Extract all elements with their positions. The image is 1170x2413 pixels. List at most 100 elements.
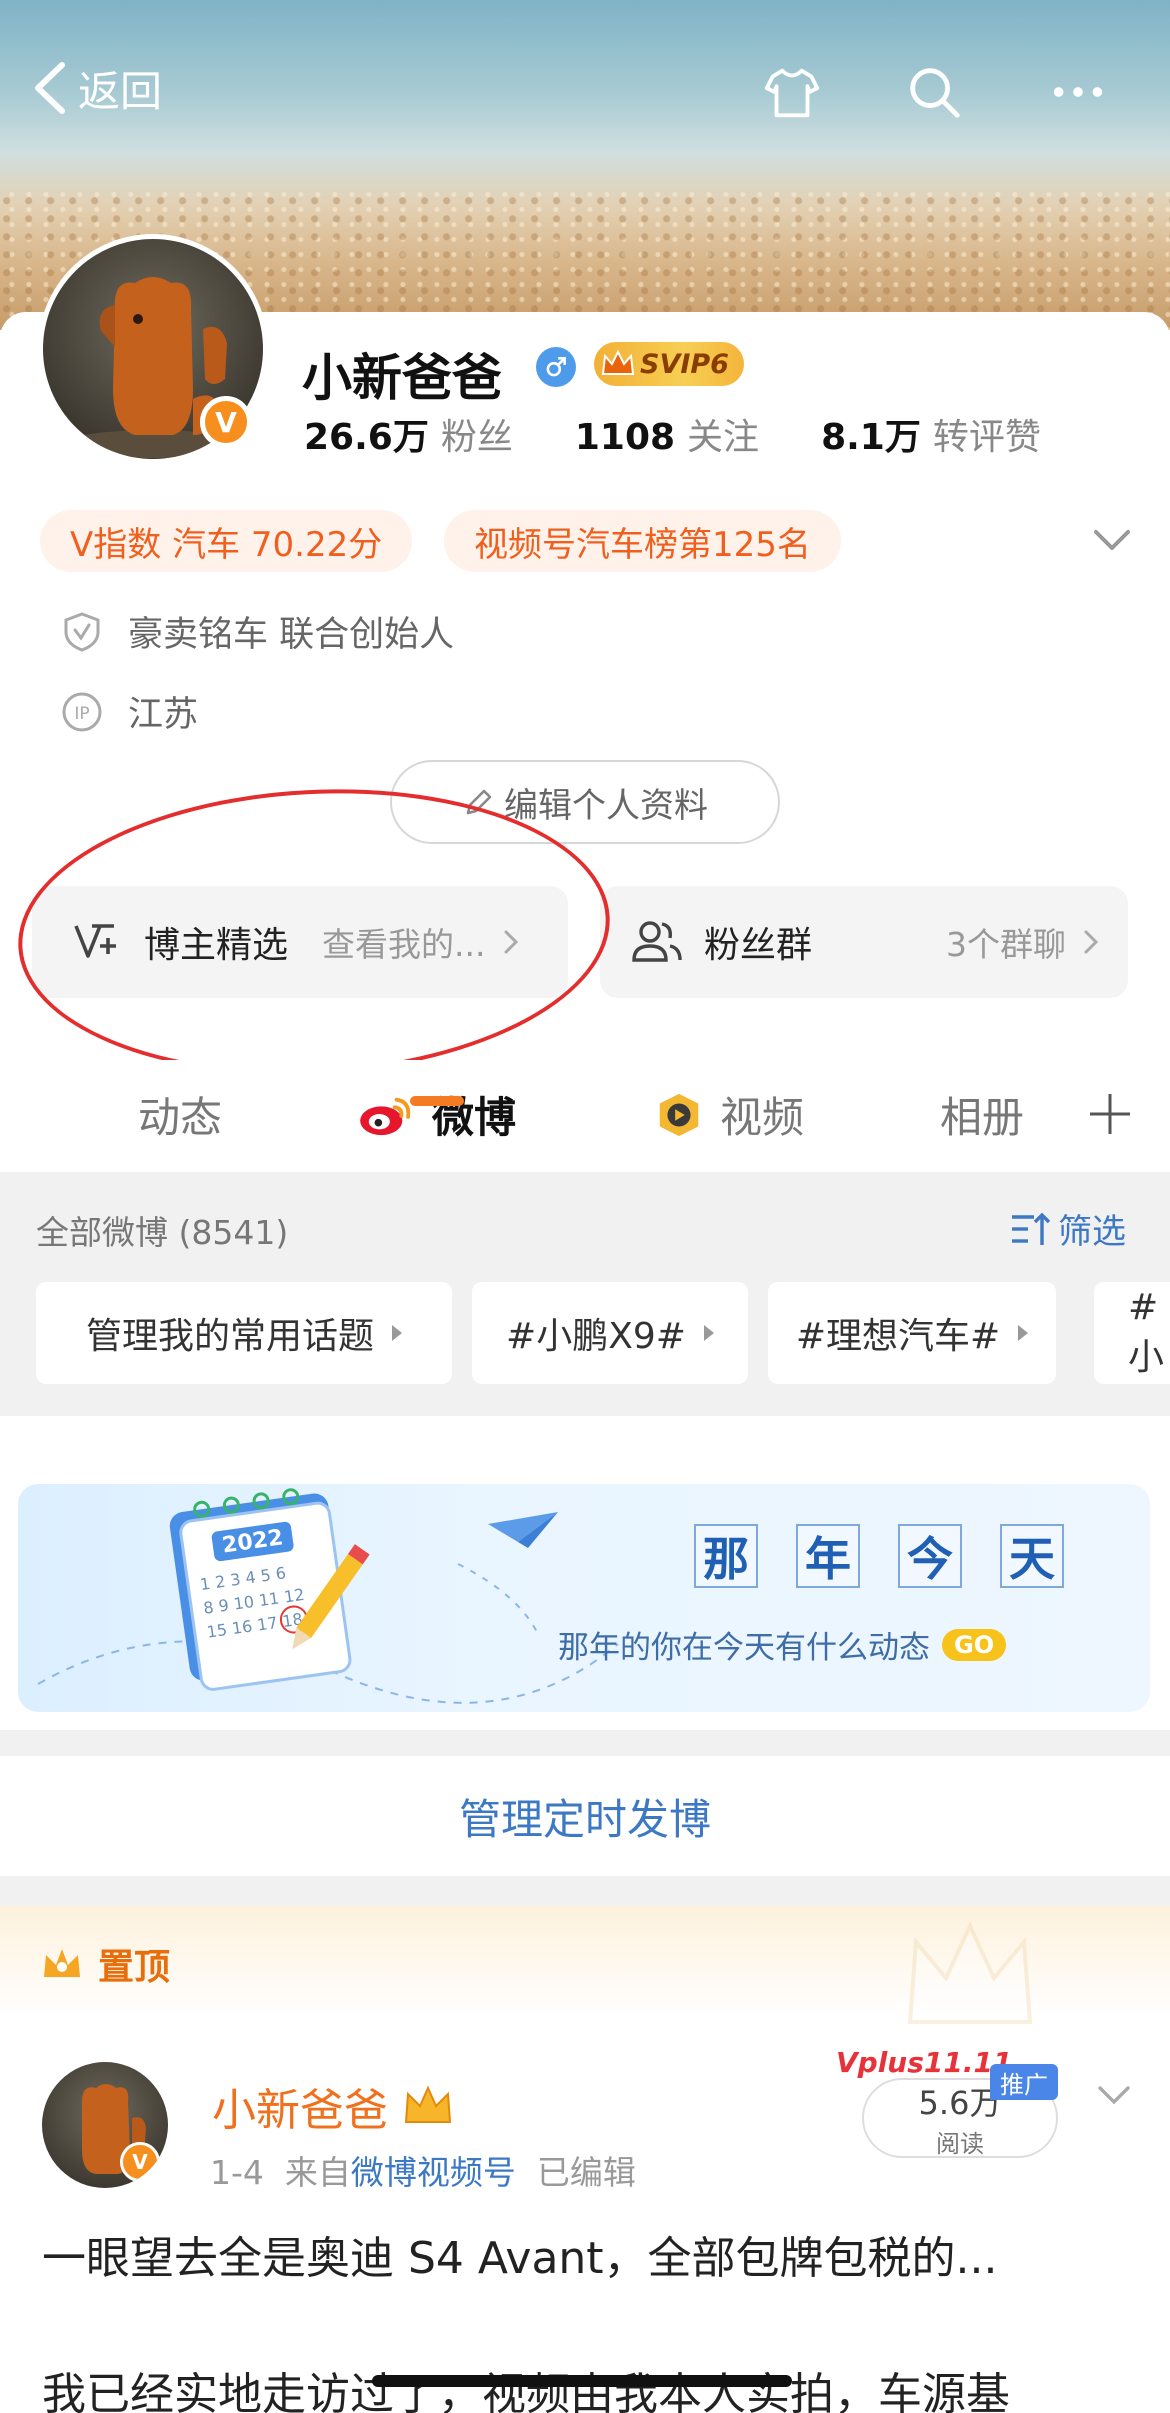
avatar[interactable]: V <box>38 234 268 464</box>
weibo-logo-icon <box>360 1097 411 1135</box>
followers-stat[interactable]: 26.6万 粉丝 <box>304 408 513 460</box>
more-icon[interactable] <box>1046 60 1110 124</box>
home-indicator[interactable] <box>372 2375 792 2387</box>
ip-location-icon: IP <box>62 692 102 731</box>
go-badge: GO <box>942 1628 1007 1661</box>
read-count-label: 阅读 <box>936 2129 984 2158</box>
svg-text:IP: IP <box>74 704 89 724</box>
dress-up-icon[interactable] <box>760 60 824 124</box>
vplus-promo: Vplus11.11 <box>836 2046 1013 2079</box>
blogger-pick-label: 博主精选 <box>144 925 289 966</box>
title-char: 那 <box>694 1524 758 1588</box>
title-char: 今 <box>898 1524 962 1588</box>
filter-label: 筛选 <box>1058 1212 1126 1252</box>
following-count: 1108 <box>574 417 676 458</box>
manage-scheduled-posts-button[interactable]: 管理定时发博 <box>0 1756 1170 1876</box>
crown-watermark-icon <box>907 1921 1033 2024</box>
post-edited: 已编辑 <box>536 2153 636 2192</box>
post-from: 来自 <box>284 2153 351 2192</box>
title-char: 年 <box>796 1524 860 1588</box>
verified-badge-icon: V <box>120 2142 160 2182</box>
caret-right-icon <box>392 1325 402 1341</box>
crown-icon <box>601 349 635 375</box>
separator <box>0 1876 1170 1906</box>
tab-dynamics[interactable]: 动态 <box>138 1084 222 1145</box>
following-stat[interactable]: 1108 关注 <box>575 408 759 460</box>
active-tab-indicator <box>410 1096 464 1106</box>
memories-banner[interactable]: 2022 1 2 3 4 5 6 8 9 10 11 12 15 16 17 1… <box>18 1484 1150 1712</box>
add-tab-icon[interactable] <box>1086 1090 1134 1138</box>
fans-group-card[interactable]: 粉丝群 3个群聊 <box>600 886 1128 998</box>
profile-stats: 26.6万 粉丝 1108 关注 8.1万 转评赞 <box>304 408 1103 460</box>
caret-right-icon <box>1018 1325 1029 1341</box>
video-rank-tag[interactable]: 视频号汽车榜第125名 <box>444 510 841 572</box>
tab-album[interactable]: 相册 <box>940 1084 1024 1145</box>
blogger-pick-sub: 查看我的... <box>322 925 486 964</box>
topic-chip-lixiang[interactable]: #理想汽车# <box>768 1282 1056 1384</box>
post-author-name: 小新爸爸 <box>212 2085 388 2136</box>
shield-icon <box>64 611 100 652</box>
svip-label: SVIP6 <box>640 348 729 380</box>
location-text: 江苏 <box>128 695 199 735</box>
location-row: IP 江苏 <box>60 686 198 737</box>
tab-video[interactable]: 视频 <box>654 1084 804 1145</box>
memories-subtitle: 那年的你在今天有什么动态 <box>558 1630 930 1666</box>
followers-label: 粉丝 <box>440 417 513 458</box>
verified-badge-icon: V <box>200 396 252 448</box>
blogger-pick-icon <box>74 924 116 958</box>
post-source-link[interactable]: 微博视频号 <box>351 2153 516 2192</box>
promote-badge[interactable]: 推广 <box>990 2064 1058 2100</box>
calendar-illustration: 2022 1 2 3 4 5 6 8 9 10 11 12 15 16 17 1… <box>37 1488 619 1704</box>
tab-weibo[interactable]: 微博 <box>358 1084 516 1145</box>
interactions-label: 转评赞 <box>932 417 1041 458</box>
post-avatar[interactable]: V <box>42 2062 168 2188</box>
back-label: 返回 <box>78 66 163 116</box>
crown-icon <box>44 1949 80 1977</box>
topic-chip-manage[interactable]: 管理我的常用话题 <box>36 1282 452 1384</box>
edit-profile-button[interactable]: 编辑个人资料 <box>390 760 780 844</box>
back-button[interactable]: 返回 <box>30 58 162 118</box>
tab-weibo-label: 微博 <box>432 1093 517 1142</box>
profile-tabs: 动态 微博 视频 相册 <box>0 1060 1170 1172</box>
fans-group-label: 粉丝群 <box>704 925 813 966</box>
topic-chip-partial[interactable]: #小 <box>1094 1282 1170 1384</box>
job-title-text: 豪卖铭车 联合创始人 <box>128 615 455 655</box>
post-body-line[interactable]: 一眼望去全是奥迪 S4 Avant，全部包牌包税的... <box>42 2222 998 2286</box>
blogger-pick-card[interactable]: 博主精选 查看我的... <box>32 886 568 998</box>
memories-title: 那 年 今 天 <box>694 1524 1064 1588</box>
topic-chip-xpeng[interactable]: #小鹏X9# <box>472 1282 748 1384</box>
chevron-left-icon <box>35 62 65 114</box>
chevron-down-icon[interactable] <box>1090 522 1134 558</box>
crown-badge-icon <box>404 2085 452 2123</box>
filter-button[interactable]: 筛选 <box>1008 1204 1126 1253</box>
pinned-label: 置顶 <box>40 1938 170 1990</box>
filter-icon <box>1012 1212 1051 1245</box>
edit-profile-label: 编辑个人资料 <box>504 785 708 826</box>
tab-video-label: 视频 <box>720 1093 805 1142</box>
all-posts-count: 全部微博 (8541) <box>36 1213 289 1252</box>
svip-badge[interactable]: SVIP6 <box>594 342 744 386</box>
tab-dynamics-label: 动态 <box>138 1093 223 1142</box>
job-title-row: 豪卖铭车 联合创始人 <box>60 606 454 657</box>
topic-chip-label: #理想汽车# <box>795 1316 1001 1357</box>
separator <box>0 1730 1170 1756</box>
fans-group-sub: 3个群聊 <box>946 925 1066 964</box>
pinned-text: 置顶 <box>98 1947 171 1988</box>
post-date: 1-4 <box>210 2153 264 2192</box>
interactions-stat[interactable]: 8.1万 转评赞 <box>821 408 1041 460</box>
pencil-icon <box>466 789 492 815</box>
caret-right-icon <box>703 1325 714 1341</box>
search-icon[interactable] <box>902 60 966 124</box>
chevron-down-icon[interactable] <box>1094 2080 1134 2110</box>
chevron-right-icon <box>504 930 518 954</box>
profile-name: 小新爸爸 <box>302 349 502 407</box>
topic-chip-label: #小 <box>1128 1286 1165 1378</box>
v-index-tag[interactable]: V指数 汽车 70.22分 <box>40 510 413 572</box>
post-author[interactable]: 小新爸爸 <box>212 2074 456 2138</box>
followers-count: 26.6万 <box>304 417 429 458</box>
interactions-count: 8.1万 <box>821 417 921 458</box>
following-label: 关注 <box>687 417 760 458</box>
topic-chip-label: #小鹏X9# <box>506 1316 686 1357</box>
users-icon <box>632 921 682 962</box>
chevron-right-icon <box>1084 930 1099 954</box>
